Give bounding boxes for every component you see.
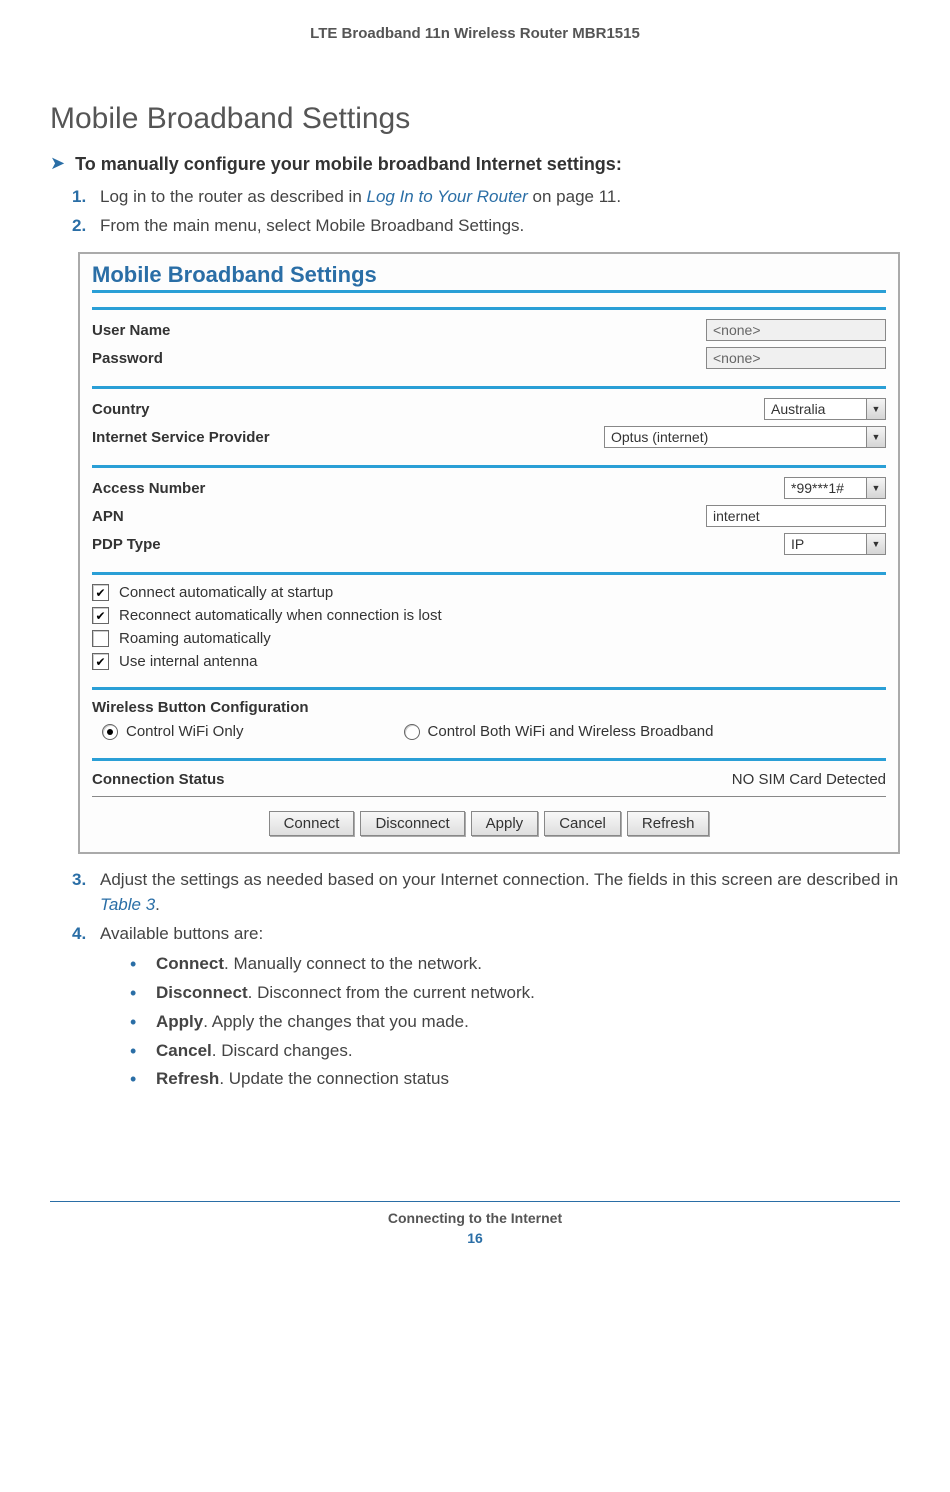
label-chk-startup: Connect automatically at startup (119, 584, 333, 601)
select-isp-value: Optus (internet) (605, 427, 866, 447)
step-text: Log in to the router as described in (100, 187, 367, 206)
running-header: LTE Broadband 11n Wireless Router MBR151… (50, 25, 900, 42)
label-country: Country (92, 401, 150, 418)
step-number: 4. (72, 922, 86, 947)
select-pdp-type[interactable]: IP ▼ (784, 533, 886, 555)
bullet-label: Cancel (156, 1041, 212, 1060)
bullet-label: Refresh (156, 1069, 219, 1088)
bullet-connect: Connect. Manually connect to the network… (130, 952, 900, 976)
label-password: Password (92, 350, 163, 367)
chevron-down-icon: ▼ (866, 478, 885, 498)
step-3: 3. Adjust the settings as needed based o… (72, 868, 900, 917)
panel-title: Mobile Broadband Settings (92, 258, 886, 293)
step-2: 2. From the main menu, select Mobile Bro… (72, 214, 900, 239)
connect-button[interactable]: Connect (269, 811, 355, 836)
row-country: Country Australia ▼ (92, 395, 886, 423)
checkbox-antenna[interactable]: ✔ (92, 653, 109, 670)
row-chk-startup: ✔ Connect automatically at startup (92, 581, 886, 604)
checkbox-startup[interactable]: ✔ (92, 584, 109, 601)
select-access-number[interactable]: *99***1# ▼ (784, 477, 886, 499)
select-access-number-value: *99***1# (785, 478, 866, 498)
row-isp: Internet Service Provider Optus (interne… (92, 423, 886, 451)
bullet-desc: . Update the connection status (219, 1069, 449, 1088)
row-user-name: User Name <none> (92, 316, 886, 344)
row-chk-reconnect: ✔ Reconnect automatically when connectio… (92, 604, 886, 627)
link-login[interactable]: Log In to Your Router (367, 187, 528, 206)
row-radio-wireless: Control WiFi Only Control Both WiFi and … (92, 719, 886, 744)
bullet-disconnect: Disconnect. Disconnect from the current … (130, 981, 900, 1005)
step-number: 2. (72, 214, 86, 239)
bullet-label: Connect (156, 954, 224, 973)
bullet-desc: . Manually connect to the network. (224, 954, 482, 973)
row-connection-status: Connection Status NO SIM Card Detected (92, 767, 886, 792)
label-radio-wifi-only: Control WiFi Only (126, 723, 244, 740)
row-password: Password <none> (92, 344, 886, 372)
step-number: 1. (72, 185, 86, 210)
bullet-label: Apply (156, 1012, 203, 1031)
label-access-number: Access Number (92, 480, 205, 497)
page-footer: Connecting to the Internet 16 (50, 1201, 900, 1246)
label-isp: Internet Service Provider (92, 429, 270, 446)
step-text-post: . (155, 895, 160, 914)
row-access-number: Access Number *99***1# ▼ (92, 474, 886, 502)
disconnect-button[interactable]: Disconnect (360, 811, 464, 836)
button-bar: Connect Disconnect Apply Cancel Refresh (92, 811, 886, 836)
procedure-heading: ➤ To manually configure your mobile broa… (50, 154, 900, 175)
label-apn: APN (92, 508, 124, 525)
chevron-down-icon: ▼ (866, 399, 885, 419)
label-connection-status: Connection Status (92, 771, 225, 788)
bullet-refresh: Refresh. Update the connection status (130, 1067, 900, 1091)
step-text: Adjust the settings as needed based on y… (100, 870, 898, 889)
select-isp[interactable]: Optus (internet) ▼ (604, 426, 886, 448)
step-1: 1. Log in to the router as described in … (72, 185, 900, 210)
footer-page-number: 16 (50, 1230, 900, 1246)
bullet-cancel: Cancel. Discard changes. (130, 1039, 900, 1063)
arrow-icon: ➤ (50, 153, 65, 174)
apply-button[interactable]: Apply (471, 811, 539, 836)
chevron-down-icon: ▼ (866, 427, 885, 447)
label-radio-both: Control Both WiFi and Wireless Broadband (428, 723, 714, 740)
input-apn[interactable]: internet (706, 505, 886, 527)
input-password[interactable]: <none> (706, 347, 886, 369)
row-chk-roaming: Roaming automatically (92, 627, 886, 650)
row-apn: APN internet (92, 502, 886, 530)
step-text: From the main menu, select Mobile Broadb… (100, 216, 524, 235)
refresh-button[interactable]: Refresh (627, 811, 710, 836)
label-chk-antenna: Use internal antenna (119, 653, 257, 670)
checkbox-roaming[interactable] (92, 630, 109, 647)
footer-chapter: Connecting to the Internet (50, 1210, 900, 1226)
label-chk-roaming: Roaming automatically (119, 630, 271, 647)
select-pdp-type-value: IP (785, 534, 866, 554)
bullet-desc: . Apply the changes that you made. (203, 1012, 469, 1031)
step-4: 4. Available buttons are: Connect. Manua… (72, 922, 900, 1092)
radio-wifi-only[interactable] (102, 724, 118, 740)
radio-item-both: Control Both WiFi and Wireless Broadband (404, 723, 714, 740)
label-user-name: User Name (92, 322, 170, 339)
label-chk-reconnect: Reconnect automatically when connection … (119, 607, 442, 624)
step-text: Available buttons are: (100, 924, 263, 943)
bullet-apply: Apply. Apply the changes that you made. (130, 1010, 900, 1034)
bullet-desc: . Discard changes. (212, 1041, 353, 1060)
procedure-heading-text: To manually configure your mobile broadb… (75, 154, 622, 175)
label-pdp-type: PDP Type (92, 536, 161, 553)
checkbox-reconnect[interactable]: ✔ (92, 607, 109, 624)
step-text-post: on page 11. (528, 187, 621, 206)
label-wireless-btn-cfg: Wireless Button Configuration (92, 696, 886, 719)
bullet-label: Disconnect (156, 983, 248, 1002)
settings-panel-screenshot: Mobile Broadband Settings User Name <non… (78, 252, 900, 854)
radio-both[interactable] (404, 724, 420, 740)
input-user-name[interactable]: <none> (706, 319, 886, 341)
cancel-button[interactable]: Cancel (544, 811, 621, 836)
row-pdp-type: PDP Type IP ▼ (92, 530, 886, 558)
page-title: Mobile Broadband Settings (50, 102, 900, 136)
chevron-down-icon: ▼ (866, 534, 885, 554)
link-table3[interactable]: Table 3 (100, 895, 155, 914)
bullet-desc: . Disconnect from the current network. (248, 983, 535, 1002)
select-country-value: Australia (765, 399, 866, 419)
row-chk-antenna: ✔ Use internal antenna (92, 650, 886, 673)
select-country[interactable]: Australia ▼ (764, 398, 886, 420)
step-number: 3. (72, 868, 86, 893)
radio-item-wifi-only: Control WiFi Only (102, 723, 244, 740)
value-connection-status: NO SIM Card Detected (732, 771, 886, 788)
